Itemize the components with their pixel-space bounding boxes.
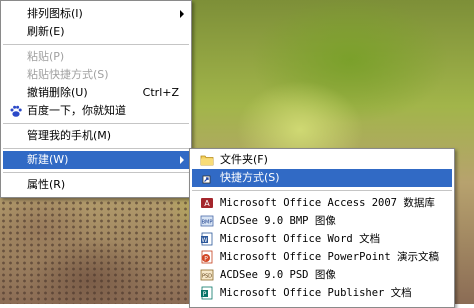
submenu-item-bmp-image[interactable]: BMP ACDSee 9.0 BMP 图像	[192, 212, 452, 230]
menu-item-label: ACDSee 9.0 BMP 图像	[220, 215, 336, 227]
menu-item-shortcut: Ctrl+Z	[142, 86, 179, 99]
menu-item-label: ACDSee 9.0 PSD 图像	[220, 269, 336, 281]
svg-text:W: W	[202, 237, 208, 244]
svg-text:P: P	[203, 291, 207, 298]
menu-item-label: 刷新(E)	[27, 25, 65, 38]
submenu-item-powerpoint[interactable]: P Microsoft Office PowerPoint 演示文稿	[192, 248, 452, 266]
menu-item-label: 排列图标(I)	[27, 7, 83, 20]
menu-item-label: 新建(W)	[27, 153, 69, 166]
publisher-icon: P	[201, 286, 213, 300]
menu-item-label: 快捷方式(S)	[220, 171, 280, 184]
menu-separator	[192, 190, 452, 192]
menu-item-properties[interactable]: 属性(R)	[3, 176, 189, 194]
submenu-item-publisher[interactable]: P Microsoft Office Publisher 文档	[192, 284, 452, 302]
svg-text:PSD: PSD	[202, 274, 212, 280]
submenu-arrow-icon	[180, 10, 184, 18]
submenu-item-word-doc[interactable]: W Microsoft Office Word 文档	[192, 230, 452, 248]
bmp-image-icon: BMP	[200, 215, 214, 227]
svg-text:BMP: BMP	[202, 220, 213, 226]
powerpoint-icon: P	[201, 250, 213, 264]
menu-item-label: 管理我的手机(M)	[27, 129, 112, 142]
menu-separator	[3, 44, 189, 46]
menu-item-undo-delete[interactable]: 撤销删除(U) Ctrl+Z	[3, 84, 189, 102]
menu-item-label: 文件夹(F)	[220, 153, 268, 166]
submenu-item-access-db[interactable]: A Microsoft Office Access 2007 数据库	[192, 194, 452, 212]
svg-text:A: A	[204, 199, 210, 208]
submenu-item-shortcut[interactable]: 快捷方式(S)	[192, 169, 452, 187]
menu-item-label: 属性(R)	[27, 178, 66, 191]
menu-item-paste[interactable]: 粘贴(P)	[3, 48, 189, 66]
baidu-paw-icon	[10, 105, 22, 117]
menu-item-new[interactable]: 新建(W)	[3, 151, 189, 169]
menu-item-refresh[interactable]: 刷新(E)	[3, 23, 189, 41]
submenu-item-folder[interactable]: 文件夹(F)	[192, 151, 452, 169]
new-submenu: 文件夹(F) 快捷方式(S) A Microsoft Office Access…	[189, 148, 455, 308]
svg-text:P: P	[204, 256, 208, 263]
menu-item-label: Microsoft Office Access 2007 数据库	[220, 197, 435, 209]
menu-item-paste-shortcut[interactable]: 粘贴快捷方式(S)	[3, 66, 189, 84]
submenu-arrow-icon	[180, 156, 184, 164]
submenu-item-psd-image[interactable]: PSD ACDSee 9.0 PSD 图像	[192, 266, 452, 284]
word-icon: W	[201, 232, 213, 246]
menu-item-arrange-icons[interactable]: 排列图标(I)	[3, 5, 189, 23]
psd-image-icon: PSD	[200, 269, 214, 281]
shortcut-icon	[202, 175, 211, 184]
menu-separator	[3, 148, 189, 150]
menu-item-manage-phone[interactable]: 管理我的手机(M)	[3, 127, 189, 145]
access-icon: A	[201, 198, 213, 208]
menu-item-baidu[interactable]: 百度一下，你就知道	[3, 102, 189, 120]
menu-item-label: 粘贴(P)	[27, 50, 65, 63]
wallpaper-pebbles	[0, 200, 200, 304]
menu-item-label: 百度一下，你就知道	[27, 104, 126, 117]
menu-item-label: Microsoft Office Word 文档	[220, 233, 381, 245]
menu-separator	[3, 123, 189, 125]
menu-item-label: 撤销删除(U)	[27, 86, 88, 99]
menu-item-label: 粘贴快捷方式(S)	[27, 68, 109, 81]
menu-item-label: Microsoft Office PowerPoint 演示文稿	[220, 251, 440, 263]
folder-icon	[200, 155, 214, 166]
menu-item-label: Microsoft Office Publisher 文档	[220, 287, 412, 299]
desktop-context-menu: 排列图标(I) 刷新(E) 粘贴(P) 粘贴快捷方式(S) 撤销删除(U) Ct…	[0, 0, 192, 198]
menu-separator	[3, 172, 189, 174]
